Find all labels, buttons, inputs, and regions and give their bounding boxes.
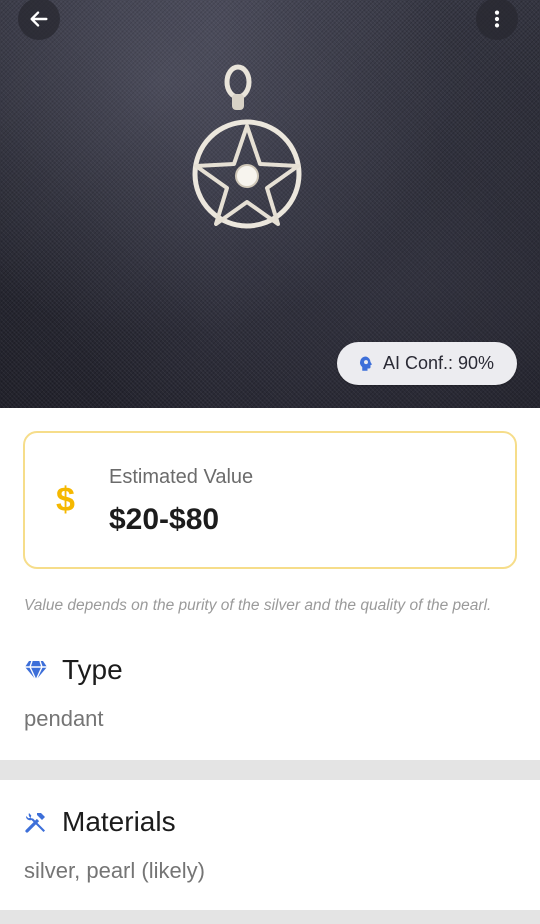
arrow-left-icon xyxy=(30,11,48,27)
ai-confidence-label: AI Conf.: 90% xyxy=(383,353,495,373)
estimated-value-label: Estimated Value xyxy=(109,466,254,488)
more-vertical-icon xyxy=(494,10,500,28)
back-button[interactable] xyxy=(18,0,60,40)
more-options-button[interactable] xyxy=(476,0,518,40)
value-note: Value depends on the purity of the silve… xyxy=(24,597,492,614)
materials-title: Materials xyxy=(62,806,176,837)
materials-section-header: Materials xyxy=(24,806,176,838)
pendant-image xyxy=(192,64,302,229)
type-title: Type xyxy=(62,654,123,685)
ai-confidence-badge[interactable]: AI Conf.: 90% xyxy=(337,342,517,385)
dollar-icon: $ xyxy=(56,481,75,519)
tools-icon xyxy=(25,813,45,833)
type-section-header: Type xyxy=(24,654,123,686)
section-divider xyxy=(0,760,540,780)
section-divider xyxy=(0,910,540,924)
materials-value: silver, pearl (likely) xyxy=(24,858,205,883)
ai-brain-icon xyxy=(360,356,372,371)
estimated-value-amount: $20-$80 xyxy=(109,503,220,536)
item-photo: AI Conf.: 90% xyxy=(0,0,540,408)
diamond-icon xyxy=(25,660,47,681)
estimated-value-card: $ Estimated Value $20-$80 xyxy=(23,431,517,569)
type-value: pendant xyxy=(24,706,104,731)
